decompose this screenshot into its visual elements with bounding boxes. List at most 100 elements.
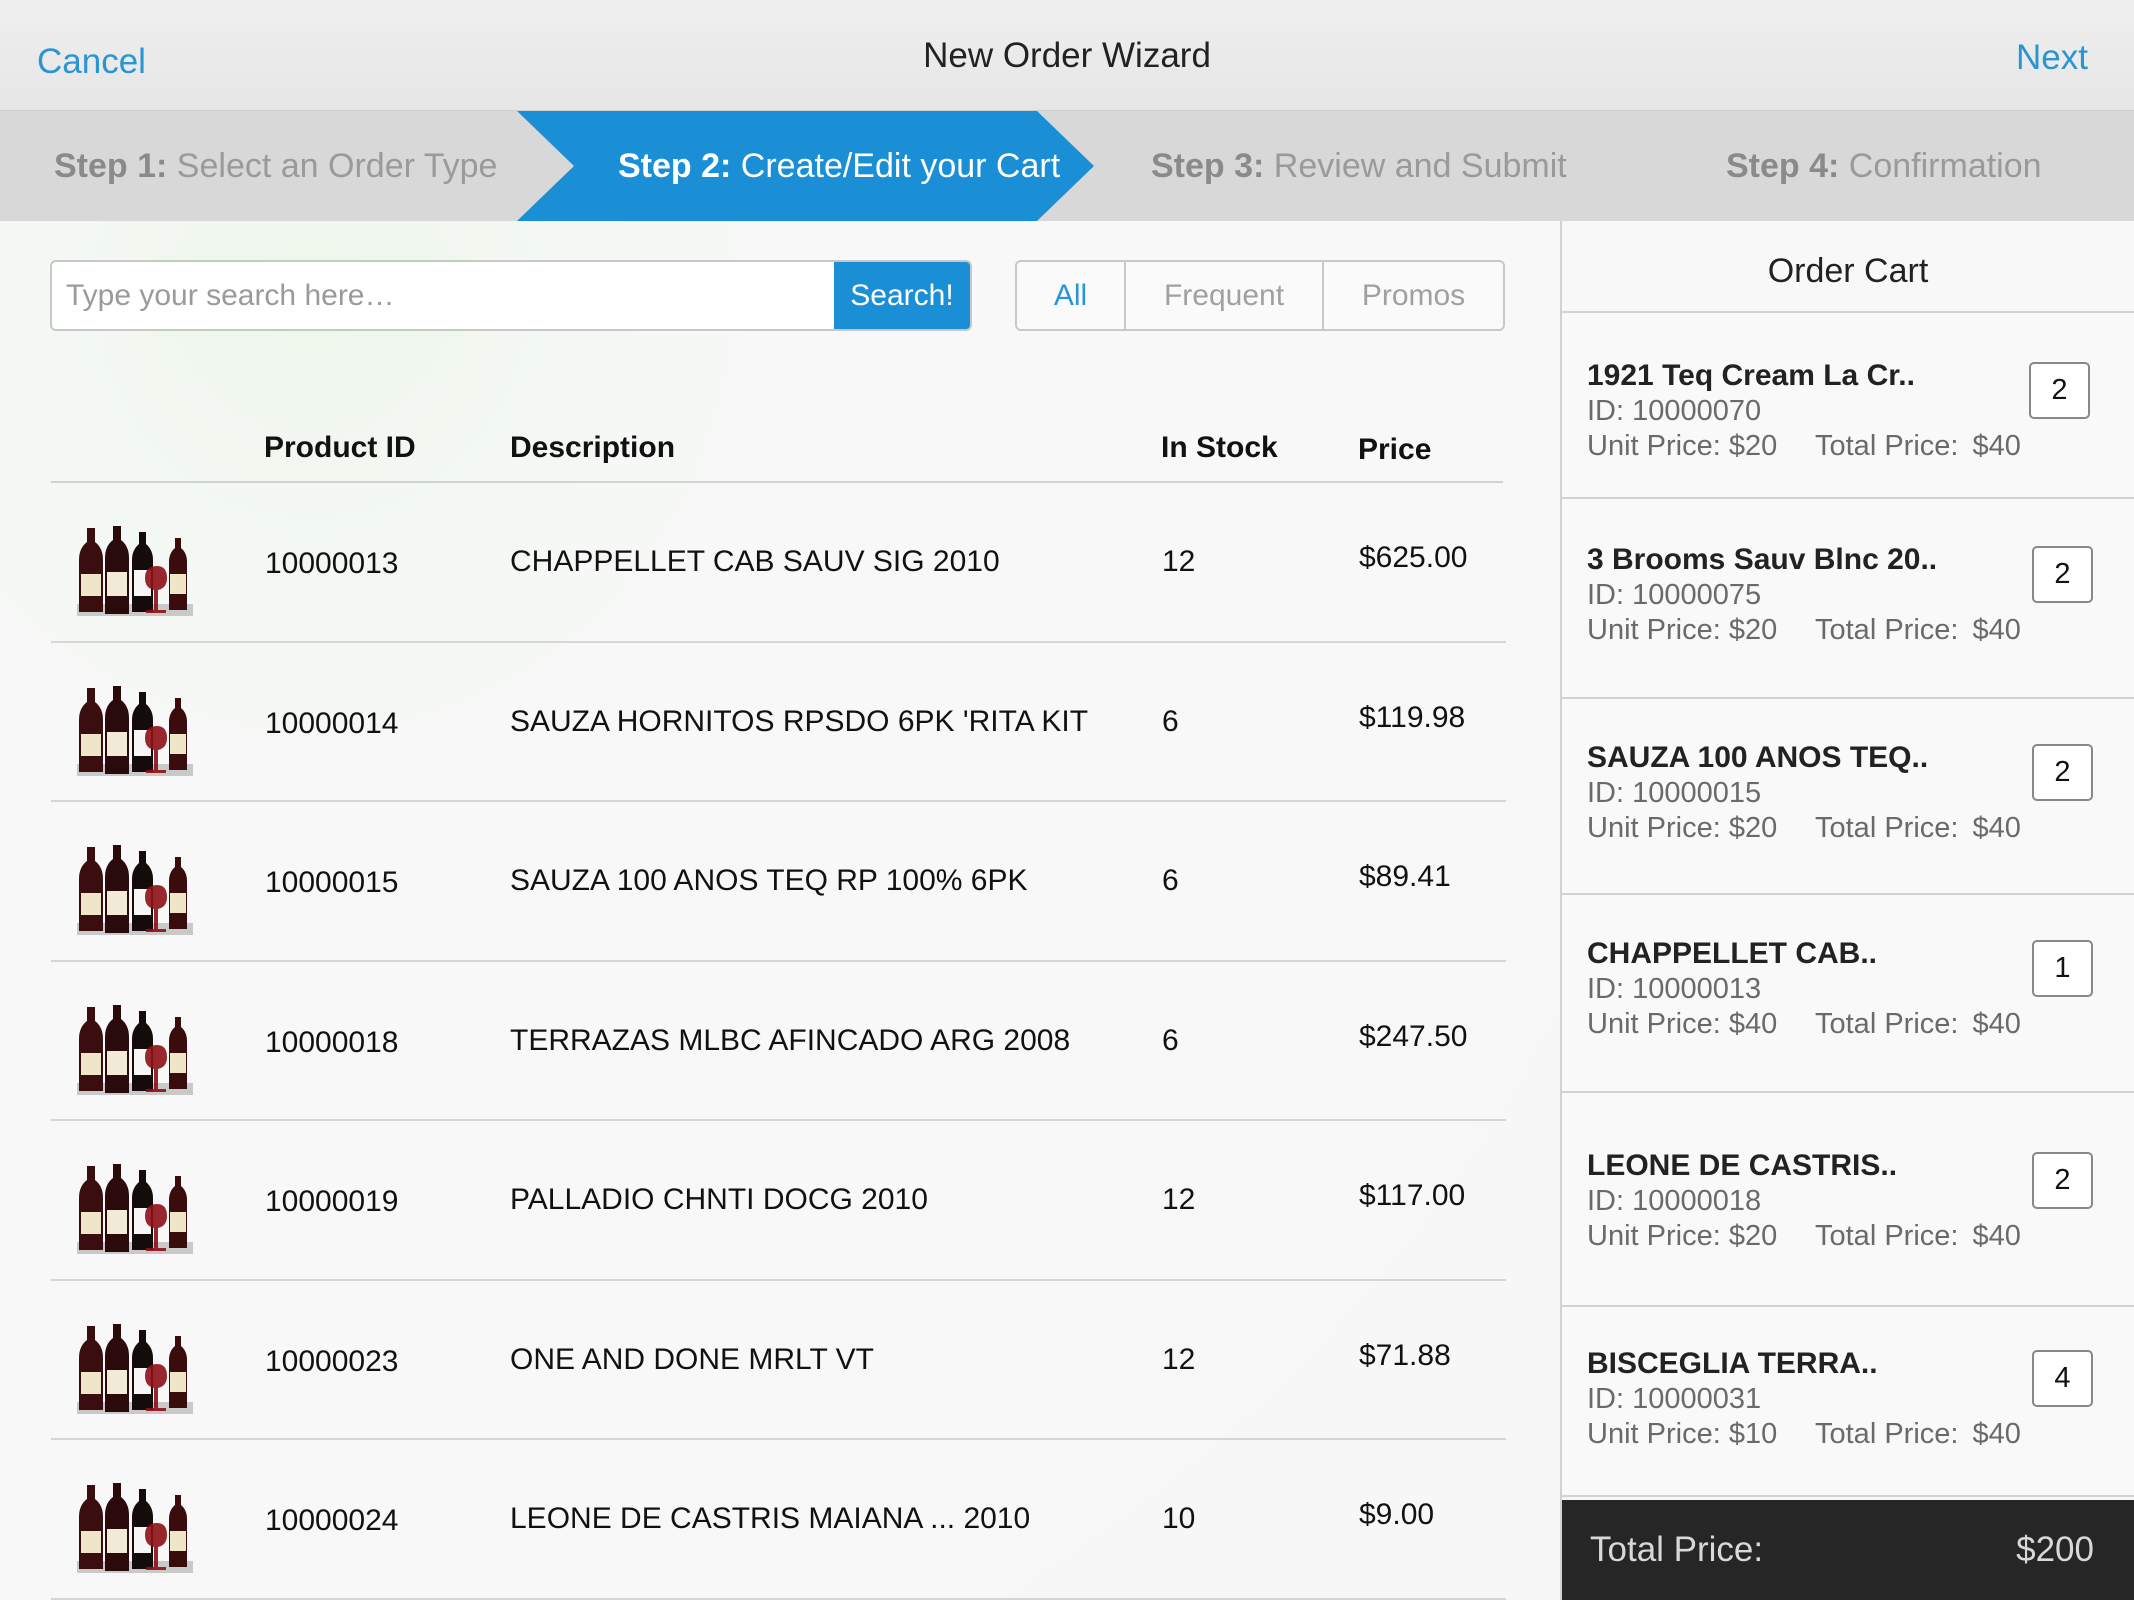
table-row[interactable]: 10000023 ONE AND DONE MRLT VT 12 $71.88 [51, 1281, 1506, 1440]
description-cell: ONE AND DONE MRLT VT [510, 1342, 874, 1376]
cart-item-name: CHAPPELLET CAB.. [1587, 937, 1878, 970]
top-bar: Cancel New Order Wizard Next [0, 0, 2134, 111]
cart-item-total-value: $40 [1972, 1418, 2021, 1450]
cart-item-total-label: Total Price: [1815, 614, 1959, 646]
filter-segmented-control: All Frequent Promos [1015, 260, 1505, 331]
cart-item-total-price: Total Price: $40 [1815, 812, 2021, 845]
column-header-product-id[interactable]: Product ID [264, 431, 416, 465]
step-1-number: Step 1: [54, 147, 168, 185]
description-cell: SAUZA HORNITOS RPSDO 6PK 'RITA KIT [510, 704, 1089, 738]
in-stock-cell: 12 [1162, 1183, 1196, 1216]
step-4: Step 4: Confirmation [1726, 111, 2042, 221]
filter-tab-frequent[interactable]: Frequent [1126, 262, 1324, 329]
cart-item-total-price: Total Price: $40 [1815, 614, 2021, 647]
in-stock-cell: 12 [1162, 545, 1196, 578]
description-cell: CHAPPELLET CAB SAUV SIG 2010 [510, 545, 1000, 578]
step-2: Step 2: Create/Edit your Cart [618, 111, 1060, 221]
column-header-price[interactable]: Price [1358, 433, 1431, 467]
step-3: Step 3: Review and Submit [1151, 111, 1567, 221]
page-title: New Order Wizard [923, 36, 1211, 75]
column-header-in-stock[interactable]: In Stock [1161, 431, 1278, 465]
price-cell: $71.88 [1359, 1338, 1451, 1372]
cart-item-unit-price: Unit Price: $20 [1587, 430, 1778, 462]
column-header-description[interactable]: Description [510, 431, 675, 465]
table-row[interactable]: 10000015 SAUZA 100 ANOS TEQ RP 100% 6PK 6 $… [51, 802, 1506, 962]
quantity-input[interactable]: 2 [2032, 744, 2093, 801]
product-id-cell: 10000014 [265, 706, 399, 740]
quantity-input[interactable]: 2 [2032, 1152, 2093, 1209]
step-2-number: Step 2: [618, 147, 732, 185]
price-cell: $9.00 [1359, 1498, 1435, 1531]
cart-item-unit-price: Unit Price: $20 [1587, 812, 1778, 844]
filter-tab-promos[interactable]: Promos [1324, 262, 1503, 329]
cart-item: 3 Brooms Sauv Blnc 20.. ID: 10000075 Unit … [1562, 499, 2134, 699]
description-cell: LEONE DE CASTRIS MAIANA ... 2010 [510, 1502, 1031, 1535]
product-id-cell: 10000023 [265, 1344, 399, 1378]
table-row[interactable]: 10000013 CHAPPELLET CAB SAUV SIG 2010 12 $6… [51, 483, 1506, 643]
cart-item-total-label: Total Price: [1815, 812, 1959, 844]
table-header: Product ID Description In Stock Price [51, 421, 1503, 483]
price-cell: $247.50 [1359, 1019, 1468, 1053]
cart-item-unit-price: Unit Price: $40 [1587, 1008, 1778, 1040]
table-row[interactable]: 10000019 PALLADIO CHNTI DOCG 2010 12 $117.0… [51, 1121, 1506, 1281]
order-cart: Order Cart 1921 Teq Cream La Cr.. ID: 100… [1560, 221, 2134, 1600]
quantity-input[interactable]: 2 [2032, 546, 2093, 603]
cart-item-total-price: Total Price: $40 [1815, 1418, 2021, 1451]
cart-item-name: BISCEGLIA TERRA.. [1587, 1347, 1878, 1380]
wine-bottles-icon [77, 668, 193, 776]
product-panel: Search! All Frequent Promos Product ID D… [0, 221, 1560, 1600]
cart-item-name: 1921 Teq Cream La Cr.. [1587, 359, 1915, 392]
step-3-number: Step 3: [1151, 147, 1265, 185]
cart-item-total-price: Total Price: $40 [1815, 1220, 2021, 1253]
description-cell: TERRAZAS MLBC AFINCADO ARG 2008 [510, 1023, 1071, 1057]
quantity-input[interactable]: 1 [2032, 940, 2093, 997]
step-4-number: Step 4: [1726, 147, 1840, 185]
product-id-cell: 10000024 [265, 1504, 399, 1537]
cart-total-bar: Total Price: $200 [1562, 1500, 2134, 1600]
in-stock-cell: 12 [1162, 1342, 1196, 1376]
quantity-input[interactable]: 4 [2032, 1350, 2093, 1407]
cart-item-id: ID: 10000070 [1587, 395, 1762, 427]
product-id-cell: 10000018 [265, 1025, 399, 1059]
cart-item-name: 3 Brooms Sauv Blnc 20.. [1587, 543, 1938, 576]
cart-item-list: 1921 Teq Cream La Cr.. ID: 10000070 Unit P… [1562, 313, 2134, 1497]
step-4-label: Confirmation [1839, 147, 2042, 185]
cart-item-total-value: $40 [1972, 812, 2021, 844]
step-1: Step 1: Select an Order Type [54, 111, 497, 221]
cart-item-name: LEONE DE CASTRIS.. [1587, 1149, 1898, 1182]
in-stock-cell: 6 [1162, 864, 1179, 897]
price-cell: $625.00 [1359, 541, 1468, 574]
step-2-label: Create/Edit your Cart [731, 147, 1061, 185]
search-input[interactable] [52, 262, 836, 329]
cart-title: Order Cart [1562, 221, 2134, 313]
cart-item: SAUZA 100 ANOS TEQ.. ID: 10000015 Unit Pri… [1562, 699, 2134, 895]
cart-item-total-value: $40 [1972, 430, 2021, 462]
price-cell: $119.98 [1359, 700, 1466, 734]
quantity-input[interactable]: 2 [2029, 362, 2090, 419]
wine-bottles-icon [77, 1465, 193, 1573]
cart-item-total-price: Total Price: $40 [1815, 430, 2021, 463]
filter-tab-all[interactable]: All [1017, 262, 1126, 329]
step-3-label: Review and Submit [1264, 147, 1567, 185]
price-cell: $89.41 [1359, 860, 1451, 893]
product-table-body: 10000013 CHAPPELLET CAB SAUV SIG 2010 12 $6… [51, 483, 1506, 1600]
table-row[interactable]: 10000024 LEONE DE CASTRIS MAIANA ... 2010… [51, 1440, 1506, 1600]
cart-item: 1921 Teq Cream La Cr.. ID: 10000070 Unit P… [1562, 313, 2134, 499]
cart-item-total-value: $40 [1972, 1220, 2021, 1252]
next-button[interactable]: Next [2016, 38, 2088, 78]
description-cell: PALLADIO CHNTI DOCG 2010 [510, 1183, 928, 1216]
cart-item-total-label: Total Price: [1815, 430, 1959, 462]
cart-item-id: ID: 10000015 [1587, 777, 1762, 809]
product-id-cell: 10000019 [265, 1185, 399, 1218]
cart-item-id: ID: 10000013 [1587, 973, 1762, 1005]
cart-item-total-label: Total Price: [1815, 1008, 1959, 1040]
in-stock-cell: 6 [1162, 704, 1179, 738]
wizard-steps: Step 1: Select an Order Type Step 2: Cre… [0, 111, 2134, 221]
product-id-cell: 10000015 [265, 866, 399, 899]
cart-item-unit-price: Unit Price: $20 [1587, 1220, 1778, 1252]
cart-item-total-value: $40 [1972, 1008, 2021, 1040]
table-row[interactable]: 10000018 TERRAZAS MLBC AFINCADO ARG 2008 6… [51, 962, 1506, 1121]
search-button[interactable]: Search! [834, 262, 970, 329]
table-row[interactable]: 10000014 SAUZA HORNITOS RPSDO 6PK 'RITA K… [51, 643, 1506, 802]
description-cell: SAUZA 100 ANOS TEQ RP 100% 6PK [510, 864, 1028, 897]
